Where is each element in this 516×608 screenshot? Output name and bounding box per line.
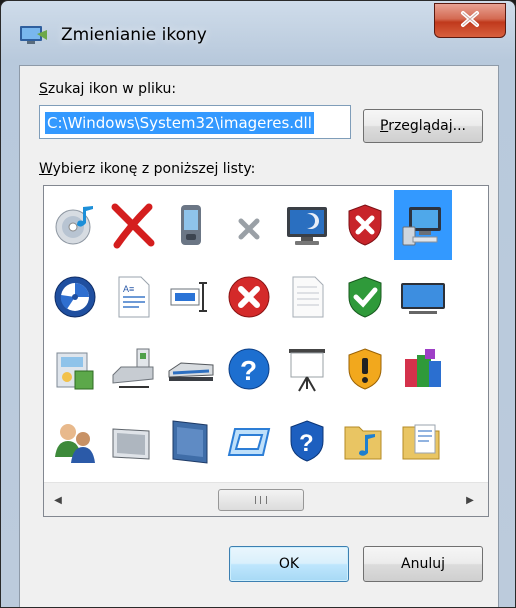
network-drive-icon[interactable]	[104, 334, 162, 404]
monitor-icon[interactable]	[278, 190, 336, 260]
gear-partial-icon[interactable]	[452, 262, 488, 332]
cancel-button[interactable]: Anuluj	[363, 546, 483, 582]
ok-button[interactable]: OK	[229, 546, 349, 582]
projector-screen-icon[interactable]	[278, 334, 336, 404]
scanner-icon[interactable]	[162, 334, 220, 404]
close-icon	[459, 10, 481, 32]
scroll-right-icon[interactable]: ▶	[460, 489, 480, 511]
gray-x-icon[interactable]	[220, 190, 278, 260]
change-icon-app-icon	[19, 24, 49, 46]
shield-help-icon[interactable]: ?	[278, 406, 336, 476]
svg-text:A≡: A≡	[123, 284, 134, 294]
disk-defrag-icon[interactable]	[46, 262, 104, 332]
scroll-thumb[interactable]	[218, 489, 304, 511]
close-button[interactable]	[434, 3, 506, 38]
title-bar[interactable]: Zmienianie ikony	[1, 1, 515, 65]
display-settings-icon[interactable]	[220, 406, 278, 476]
shield-check-icon[interactable]	[336, 262, 394, 332]
window-title: Zmienianie ikony	[61, 25, 207, 45]
icon-grid: A≡ ? ?	[46, 190, 488, 476]
svg-text:?: ?	[299, 430, 314, 457]
pda-device-icon[interactable]	[162, 190, 220, 260]
icon-list[interactable]: A≡ ? ? ◀ ▶	[43, 185, 489, 517]
folder-partial-icon[interactable]	[452, 190, 488, 260]
shield-warning-icon[interactable]	[336, 334, 394, 404]
help-icon[interactable]: ?	[220, 334, 278, 404]
blank-document-icon[interactable]	[278, 262, 336, 332]
svg-text:?: ?	[240, 355, 257, 386]
computer-icon[interactable]	[394, 190, 452, 260]
folder-partial-2-icon[interactable]	[452, 334, 488, 404]
file-path-value: C:\Windows\System32\imageres.dll	[45, 112, 314, 134]
scroll-left-icon[interactable]: ◀	[48, 489, 68, 511]
users-icon[interactable]	[46, 406, 104, 476]
shield-red-x-icon[interactable]	[336, 190, 394, 260]
widescreen-monitor-icon[interactable]	[394, 262, 452, 332]
file-path-input[interactable]: C:\Windows\System32\imageres.dll	[39, 105, 351, 139]
red-x-icon[interactable]	[104, 190, 162, 260]
horizontal-scrollbar[interactable]: ◀ ▶	[44, 482, 488, 516]
file-label: Szukaj ikon w pliku:	[39, 81, 177, 97]
browse-button-label: Przeglądaj...	[380, 118, 466, 134]
list-partial-icon[interactable]	[452, 406, 488, 476]
programs-icon[interactable]	[394, 334, 452, 404]
rename-cursor-icon[interactable]	[162, 262, 220, 332]
dialog-window: Zmienianie ikony Szukaj ikon w pliku: C:…	[0, 0, 516, 608]
documents-folder-icon[interactable]	[394, 406, 452, 476]
text-document-icon[interactable]: A≡	[104, 262, 162, 332]
red-error-icon[interactable]	[220, 262, 278, 332]
grip-icon	[255, 496, 267, 504]
browse-button[interactable]: Przeglądaj...	[363, 109, 483, 143]
music-folder-icon[interactable]	[336, 406, 394, 476]
control-panel-icon[interactable]	[46, 334, 104, 404]
video-frame-icon[interactable]	[162, 406, 220, 476]
icon-list-label: Wybierz ikonę z poniższej listy:	[39, 161, 256, 177]
slide-panel-icon[interactable]	[104, 406, 162, 476]
cd-music-icon[interactable]	[46, 190, 104, 260]
